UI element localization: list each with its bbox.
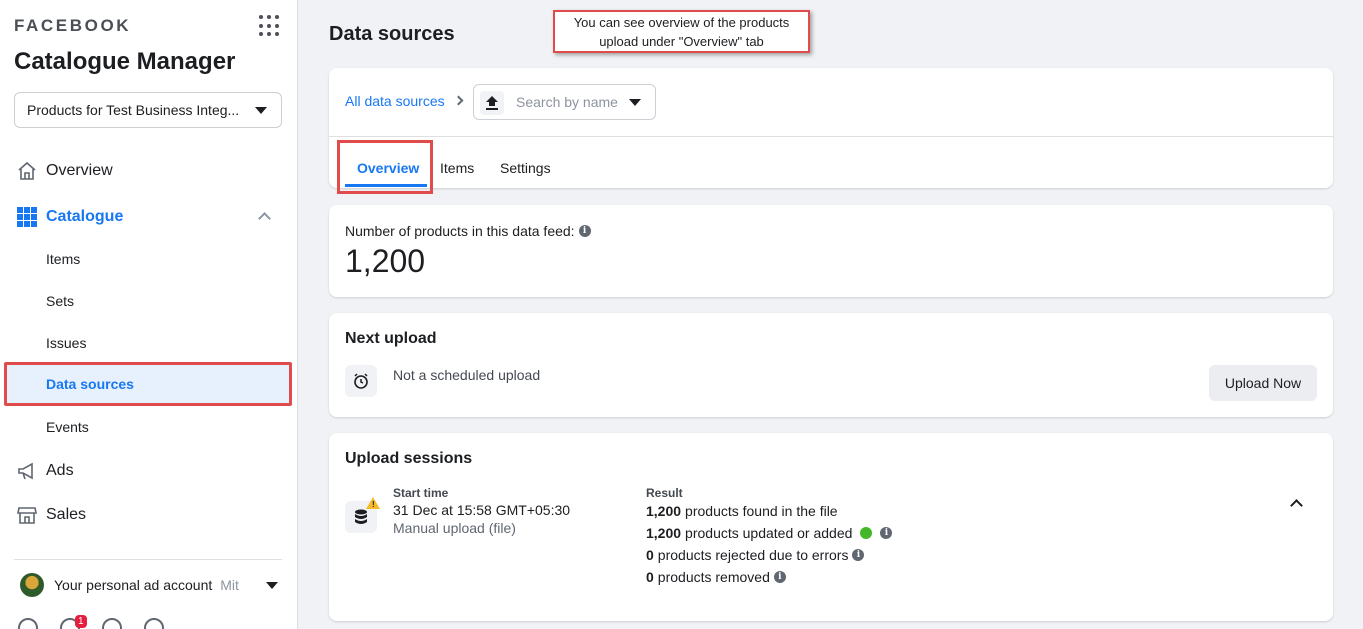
result-text: products rejected due to errors [657,547,849,563]
apps-grid-icon[interactable] [259,15,281,37]
warning-icon-mark: ! [372,500,375,509]
next-upload-status: Not a scheduled upload [393,367,541,383]
shop-icon [16,504,38,526]
settings-icon[interactable] [18,618,38,629]
info-icon[interactable]: i [773,571,786,583]
tab-items[interactable]: Items [440,160,474,176]
product-count-card: Number of products in this data feed: i … [329,205,1333,297]
upload-now-button[interactable]: Upload Now [1209,365,1317,401]
sidebar-item-label: Overview [46,162,113,179]
highlight-box-overview-tab [337,140,433,194]
sidebar-item-label: Sales [46,506,87,523]
help-icon[interactable] [102,618,122,629]
sidebar-item-sales[interactable]: Sales [0,495,298,535]
sidebar-item-label: Ads [46,462,74,479]
annotation-callout: You can see overview of the products upl… [553,10,810,53]
ad-account-switcher[interactable]: Your personal ad account Mit [20,573,282,597]
result-found: 1,200 products found in the file [646,503,838,519]
account-name: Your personal ad account [54,577,213,593]
result-count: 1,200 [646,503,682,519]
upload-icon [480,91,504,115]
page-title: Data sources [329,23,455,45]
sidebar-subitem-data-sources[interactable]: Data sources [46,376,134,392]
upload-method: Manual upload (file) [393,520,516,536]
app-title: Catalogue Manager [14,48,236,75]
product-count-label-text: Number of products in this data feed: [345,223,575,239]
result-removed: 0 products removed i [646,569,786,585]
data-source-search[interactable]: Search by name [473,84,656,120]
notification-badge: 1 [75,615,87,628]
caret-down-icon [266,582,278,589]
grid-icon [16,206,38,228]
sidebar-subitem-events[interactable]: Events [46,412,89,442]
result-updated: 1,200 products updated or added i [646,525,893,541]
catalog-selector[interactable]: Products for Test Business Integ... [14,92,282,128]
result-text: products updated or added [685,525,853,541]
next-upload-card: Next upload Not a scheduled upload Uploa… [329,313,1333,417]
sidebar-subitem-sets[interactable]: Sets [46,286,74,316]
home-icon [16,160,38,182]
sidebar-subitem-items[interactable]: Items [46,244,80,274]
sidebar-item-label: Catalogue [46,208,124,225]
product-count-label: Number of products in this data feed: i [345,223,591,239]
success-dot-icon [860,527,873,539]
alarm-clock-icon [345,365,377,397]
info-icon[interactable]: i [852,549,865,561]
start-time-value: 31 Dec at 15:58 GMT+05:30 [393,502,571,518]
upload-sessions-title: Upload sessions [345,450,473,467]
sidebar-footer-icons [18,618,164,629]
result-text: products removed [657,569,770,585]
data-source-header-card: All data sources Search by name Overview… [329,68,1333,188]
caret-down-icon [629,99,641,106]
result-rejected: 0 products rejected due to errors i [646,547,865,563]
sidebar-item-catalogue[interactable]: Catalogue [0,197,298,237]
chevron-right-icon [453,95,464,106]
result-count: 0 [646,547,654,563]
account-sub: Mit [220,577,239,593]
result-count: 1,200 [646,525,682,541]
info-icon[interactable]: i [578,225,591,237]
start-time-header: Start time [393,486,449,500]
sidebar-subitem-issues[interactable]: Issues [46,328,86,358]
facebook-wordmark: FACEBOOK [14,16,132,35]
breadcrumb-all-data-sources[interactable]: All data sources [345,93,445,109]
info-icon[interactable]: i [880,527,893,539]
megaphone-icon [16,460,38,482]
result-count: 0 [646,569,654,585]
sidebar-item-ads[interactable]: Ads [0,451,298,491]
divider [329,136,1333,137]
caret-down-icon [255,107,267,114]
result-header: Result [646,486,683,500]
upload-sessions-card: Upload sessions ! Start time 31 Dec at 1… [329,433,1333,621]
catalog-selector-label: Products for Test Business Integ... [27,102,240,118]
search-icon[interactable] [144,618,164,629]
sidebar-divider [14,559,282,560]
product-count-value: 1,200 [345,243,426,279]
sidebar-item-overview[interactable]: Overview [0,151,298,191]
tab-settings[interactable]: Settings [500,160,551,176]
sidebar: FACEBOOK Catalogue Manager Products for … [0,0,298,629]
avatar [20,573,44,597]
search-placeholder: Search by name [516,94,618,110]
result-text: products found in the file [685,503,838,519]
chevron-up-icon[interactable] [1290,499,1303,512]
next-upload-title: Next upload [345,330,437,347]
